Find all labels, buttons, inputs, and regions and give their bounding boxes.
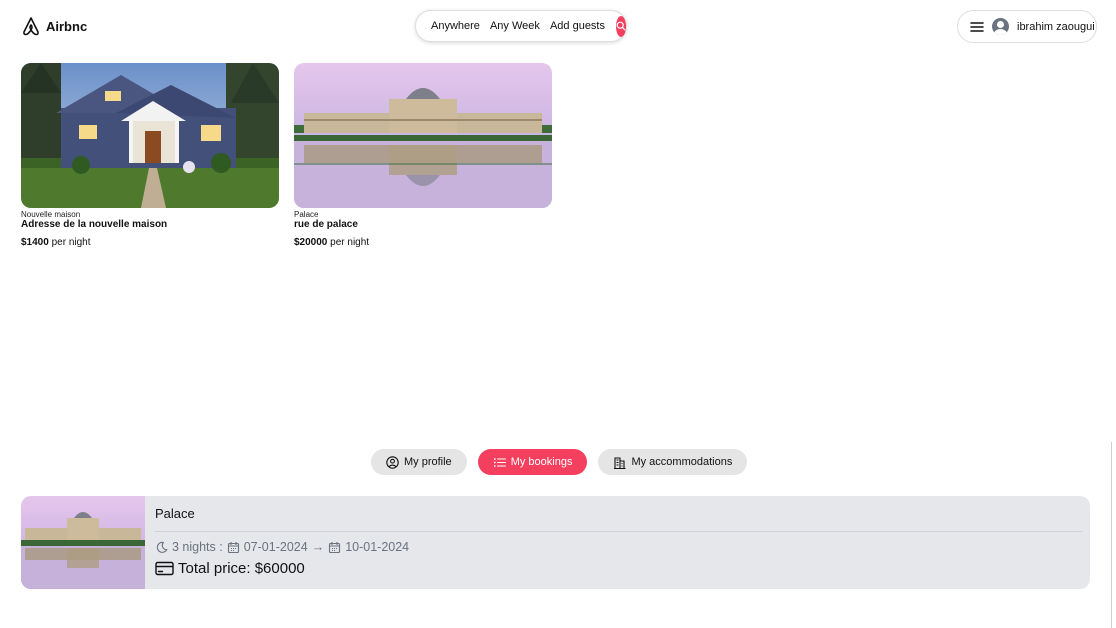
tab-label: My bookings [510, 456, 573, 468]
building-icon [614, 456, 626, 469]
calendar-icon [227, 541, 239, 553]
booking-nights: 3 nights : [172, 540, 223, 554]
listing-card[interactable]: Nouvelle maison Adresse de la nouvelle m… [21, 63, 279, 248]
booking-info: Palace 3 nights : 07-01-2024 → 10-01-202… [145, 496, 1090, 589]
tab-my-profile[interactable]: My profile [371, 449, 467, 475]
listing-card[interactable]: Palace rue de palace $20000 per night [294, 63, 552, 248]
booking-dates: 3 nights : 07-01-2024 → 10-01-2024 [155, 540, 1082, 554]
booking-photo-palace [21, 496, 145, 589]
search-anywhere[interactable]: Anywhere [426, 20, 485, 32]
list-icon [493, 457, 506, 467]
logo[interactable]: Airbnc [22, 16, 87, 36]
user-circle-icon [386, 455, 399, 469]
moon-icon [156, 541, 168, 553]
credit-card-icon [155, 561, 174, 576]
listing-price-unit: per night [330, 237, 370, 248]
tab-my-accommodations[interactable]: My accommodations [598, 449, 748, 475]
listing-type: Nouvelle maison [21, 210, 81, 219]
booking-check-out: 10-01-2024 [345, 540, 410, 554]
listing-price: $1400 [21, 237, 49, 248]
tab-label: My accommodations [631, 456, 733, 468]
search-bar[interactable]: Anywhere Any Week Add guests [415, 10, 627, 42]
user-menu-button[interactable]: ibrahim zaougui [957, 10, 1097, 43]
listing-address: Adresse de la nouvelle maison [21, 219, 168, 230]
calendar-icon [329, 541, 341, 553]
listing-address: rue de palace [294, 219, 358, 230]
booking-check-in: 07-01-2024 [243, 540, 308, 554]
user-avatar-icon [992, 18, 1009, 35]
search-button[interactable] [616, 15, 626, 37]
booking-title: Palace [155, 506, 1082, 532]
booking-total-price: Total price: $60000 [178, 560, 305, 577]
tab-label: My profile [404, 456, 452, 468]
search-icon [616, 21, 626, 31]
listing-price-unit: per night [51, 237, 91, 248]
booking-arrow: → [311, 540, 325, 554]
listing-photo-palace [294, 63, 552, 208]
listing-type: Palace [294, 210, 319, 219]
listing-price-line: $1400 per night [21, 237, 279, 248]
search-any-week[interactable]: Any Week [485, 20, 545, 32]
booking-total: Total price: $60000 [155, 560, 1082, 577]
listing-price-line: $20000 per night [294, 237, 552, 248]
search-add-guests[interactable]: Add guests [545, 20, 610, 32]
hamburger-icon [970, 21, 984, 33]
user-name: ibrahim zaougui [1017, 20, 1095, 33]
listing-photo-house [21, 63, 279, 208]
airbnc-logo-icon [23, 17, 39, 36]
booking-card[interactable]: Palace 3 nights : 07-01-2024 → 10-01-202… [21, 496, 1090, 589]
account-tabs: My profile My bookings My accommodations [371, 449, 748, 475]
listing-price: $20000 [294, 237, 328, 248]
tab-my-bookings[interactable]: My bookings [477, 449, 588, 475]
scrollbar-edge [1111, 442, 1112, 628]
brand-name: Airbnc [46, 18, 88, 34]
